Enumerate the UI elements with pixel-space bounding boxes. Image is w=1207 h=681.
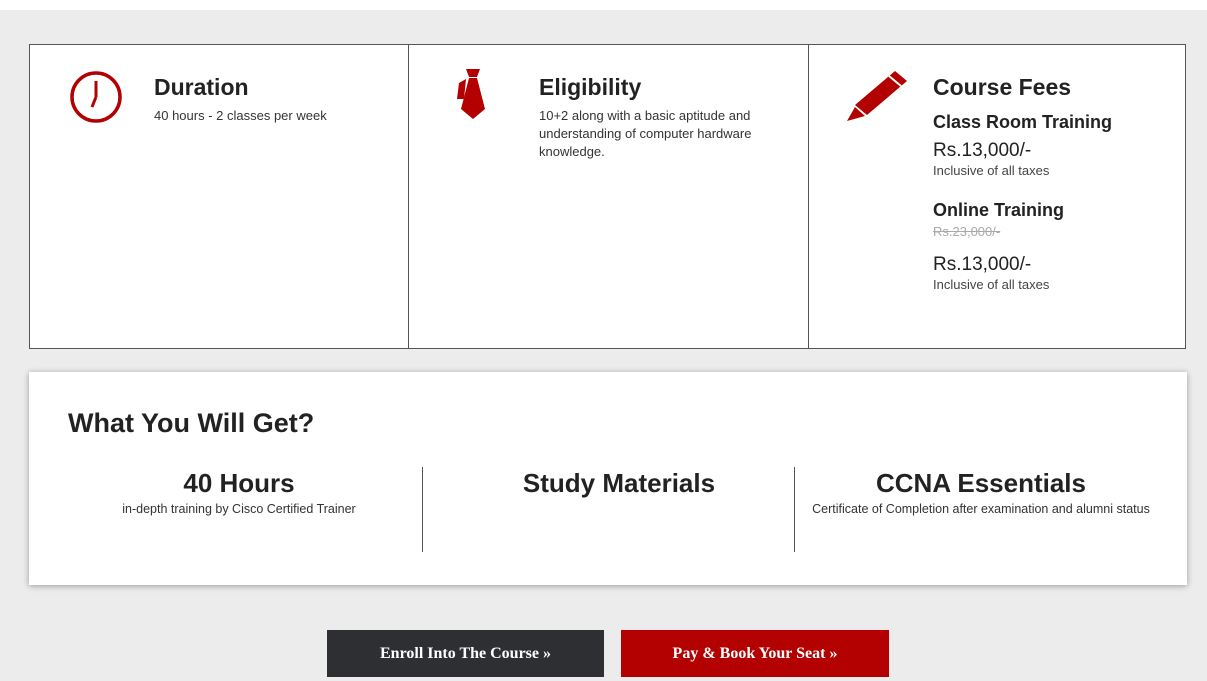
benefit-heading: CCNA Essentials (876, 468, 1086, 498)
online-training-label: Online Training (933, 200, 1065, 220)
classroom-training-note: Inclusive of all taxes (933, 163, 1050, 178)
benefit-item: Study Materials (459, 466, 779, 500)
course-fees-column: Course Fees Class Room Training Rs.13,00… (809, 45, 1185, 348)
pay-book-seat-button[interactable]: Pay & Book Your Seat » (621, 630, 889, 677)
benefit-item: CCNA Essentials Certificate of Completio… (801, 466, 1161, 518)
enroll-course-button[interactable]: Enroll Into The Course » (327, 630, 604, 677)
benefit-heading: Study Materials (522, 468, 716, 498)
top-strip (0, 0, 1207, 10)
duration-column: Duration 40 hours - 2 classes per week (30, 45, 409, 348)
necktie-icon (457, 69, 489, 126)
what-you-will-get-title: What You Will Get? (68, 408, 315, 438)
online-training-note: Inclusive of all taxes (933, 277, 1050, 292)
benefit-divider (794, 467, 795, 552)
online-training-old-price: Rs.23,000/- (933, 224, 1001, 239)
classroom-training-label: Class Room Training (933, 112, 1113, 132)
clock-icon (68, 69, 124, 130)
benefit-text: in-depth training by Cisco Certified Tra… (122, 502, 356, 516)
course-fees-title: Course Fees (933, 74, 1072, 100)
classroom-training-price: Rs.13,000/- (933, 140, 1032, 161)
what-you-will-get-panel: What You Will Get? 40 Hours in-depth tra… (29, 372, 1187, 585)
eligibility-text: 10+2 along with a basic aptitude and und… (539, 108, 752, 159)
course-info-panel: Duration 40 hours - 2 classes per week E… (29, 44, 1186, 349)
benefit-heading: 40 Hours (183, 468, 295, 498)
eligibility-column: Eligibility 10+2 along with a basic apti… (409, 45, 809, 348)
fees-list: Class Room Training Rs.13,000/- Inclusiv… (933, 111, 1183, 293)
eligibility-title: Eligibility (539, 74, 642, 100)
pencil-icon (847, 69, 909, 126)
benefit-divider (422, 467, 423, 552)
duration-title: Duration (154, 74, 249, 100)
benefit-text: Certificate of Completion after examinat… (812, 502, 1150, 516)
online-training-price: Rs.13,000/- (933, 254, 1032, 275)
duration-text: 40 hours - 2 classes per week (154, 108, 327, 123)
benefit-item: 40 Hours in-depth training by Cisco Cert… (69, 466, 409, 518)
